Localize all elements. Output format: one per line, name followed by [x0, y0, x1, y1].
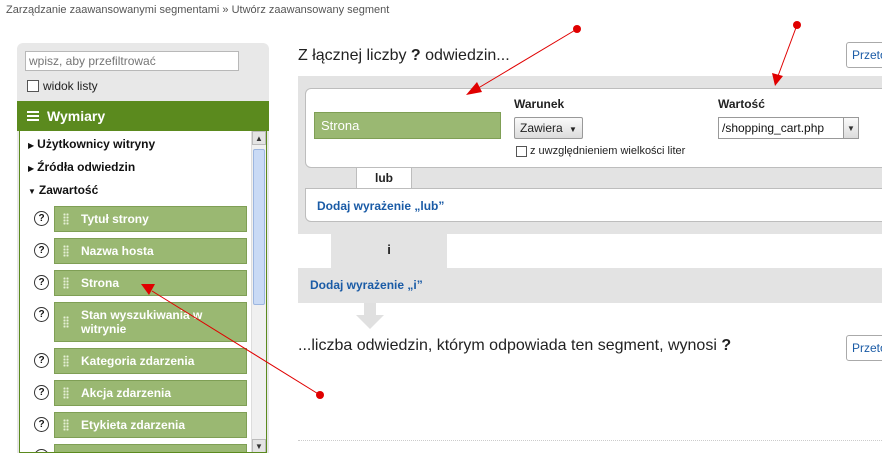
question-circle-icon[interactable]: ? — [34, 353, 49, 368]
category-label: Użytkownicy witryny — [37, 137, 156, 151]
question-circle-icon[interactable]: ? — [34, 417, 49, 432]
dimension-pill-partial[interactable] — [54, 444, 247, 452]
result-heading-text: ...liczba odwiedzin, którym odpowiada te… — [298, 337, 722, 354]
question-circle-icon[interactable]: ? — [34, 307, 49, 322]
value-label: Wartość — [718, 97, 765, 111]
drag-grip-icon — [63, 387, 69, 399]
chevron-down-icon: ▼ — [569, 125, 577, 134]
question-circle-icon[interactable]: ? — [34, 449, 49, 452]
annotation-line — [777, 24, 798, 77]
dimension-item: ? Kategoria zdarzenia — [34, 348, 247, 374]
condition-dimension-field[interactable]: Strona — [314, 112, 501, 139]
and-expression-bar: Dodaj wyrażenie „i” — [298, 268, 882, 303]
drag-grip-icon — [63, 316, 69, 328]
or-tab: lub — [356, 168, 412, 188]
annotation-dot — [316, 391, 324, 399]
dimension-pill-hostname[interactable]: Nazwa hosta — [54, 238, 247, 264]
category-content[interactable]: ▼ Zawartość — [28, 183, 98, 197]
test-segment-button[interactable]: Przeto — [846, 42, 882, 68]
dimension-item: ? — [34, 444, 247, 452]
condition-select-value: Zawiera — [520, 121, 563, 135]
dimensions-sidebar: widok listy Wymiary ▶Użytkownicy witryny… — [17, 43, 269, 453]
add-or-expression-link[interactable]: Dodaj wyrażenie „lub” — [317, 199, 444, 213]
add-and-expression-link[interactable]: Dodaj wyrażenie „i” — [310, 278, 423, 292]
question-circle-icon[interactable]: ? — [34, 243, 49, 258]
dimension-pill-label: Kategoria zdarzenia — [81, 354, 195, 368]
list-icon — [27, 111, 39, 121]
case-sensitive-label: z uwzględnieniem wielkości liter — [530, 145, 686, 157]
question-circle-icon[interactable]: ? — [34, 211, 49, 226]
and-tab: i — [331, 234, 447, 268]
question-circle-icon[interactable]: ? — [34, 385, 49, 400]
dimension-item: ? Akcja zdarzenia — [34, 380, 247, 406]
scrollbar-thumb[interactable] — [253, 149, 265, 305]
dimension-item: ? Tytuł strony — [34, 206, 247, 232]
dimensions-header-label: Wymiary — [47, 108, 106, 124]
drag-grip-icon — [63, 355, 69, 367]
dimensions-header[interactable]: Wymiary — [17, 101, 269, 131]
dimension-pill-label: Akcja zdarzenia — [81, 386, 172, 400]
dimension-pill-label: Etykieta zdarzenia — [81, 418, 186, 432]
dimension-pill-page[interactable]: Strona — [54, 270, 247, 296]
drag-grip-icon — [63, 245, 69, 257]
condition-label: Warunek — [514, 97, 565, 111]
scroll-up-icon[interactable]: ▲ — [252, 131, 266, 145]
list-view-label: widok listy — [43, 79, 98, 93]
dimension-pill-site-search-status[interactable]: Stan wyszukiwania w witrynie — [54, 302, 247, 342]
question-circle-icon[interactable]: ? — [34, 275, 49, 290]
category-label: Zawartość — [38, 183, 99, 197]
page: Zarządzanie zaawansowanymi segmentami » … — [0, 0, 882, 453]
drag-grip-icon — [63, 213, 69, 225]
dimension-pill-page-title[interactable]: Tytuł strony — [54, 206, 247, 232]
dimension-item: ? Nazwa hosta — [34, 238, 247, 264]
result-heading: ...liczba odwiedzin, którym odpowiada te… — [298, 337, 731, 355]
help-question-mark[interactable]: ? — [411, 47, 421, 64]
condition-box: Strona Warunek Zawiera ▼ z uwzględnienie… — [305, 88, 882, 168]
category-site-users[interactable]: ▶ Użytkownicy witryny — [28, 137, 155, 151]
dimension-pill-label: Tytuł strony — [81, 212, 149, 226]
drag-grip-icon — [63, 419, 69, 431]
segment-heading: Z łącznej liczby ? odwiedzin... — [298, 47, 510, 65]
breadcrumb: Zarządzanie zaawansowanymi segmentami » … — [6, 4, 390, 16]
list-view-checkbox[interactable] — [27, 80, 39, 92]
annotation-dot — [573, 25, 581, 33]
dimension-pill-label: Nazwa hosta — [81, 244, 154, 258]
segment-heading-suffix: odwiedzin... — [420, 47, 510, 64]
and-expression-block: Strona Warunek Zawiera ▼ z uwzględnienie… — [298, 76, 882, 234]
dimension-list: ▶ Użytkownicy witryny ▶ Źródła odwiedzin ▼… — [19, 131, 267, 453]
scroll-down-icon[interactable]: ▼ — [252, 439, 266, 452]
dimension-pill-event-category[interactable]: Kategoria zdarzenia — [54, 348, 247, 374]
down-arrow-icon — [356, 303, 384, 329]
value-input[interactable]: /shopping_cart.php — [718, 117, 844, 139]
category-traffic-sources[interactable]: ▶ Źródła odwiedzin — [28, 160, 135, 174]
annotation-dot — [793, 21, 801, 29]
case-sensitive-option[interactable]: z uwzględnieniem wielkości liter — [516, 145, 685, 157]
case-sensitive-checkbox[interactable] — [516, 145, 527, 157]
dimension-pill-event-label[interactable]: Etykieta zdarzenia — [54, 412, 247, 438]
segment-heading-prefix: Z łącznej liczby — [298, 47, 411, 64]
dimension-item: ? Strona — [34, 270, 247, 296]
list-view-toggle[interactable]: widok listy — [27, 79, 98, 93]
category-label: Źródła odwiedzin — [37, 160, 136, 174]
test-result-button[interactable]: Przeto — [846, 335, 882, 361]
chevron-down-icon[interactable]: ▼ — [843, 117, 859, 139]
condition-select[interactable]: Zawiera ▼ — [514, 117, 583, 139]
dimension-pill-label: Strona — [81, 276, 120, 290]
dimension-item: ? Stan wyszukiwania w witrynie — [34, 302, 247, 342]
result-help-question-mark[interactable]: ? — [721, 337, 731, 354]
filter-input[interactable] — [25, 51, 239, 71]
or-expression-box: Dodaj wyrażenie „lub” — [305, 188, 882, 222]
dimension-item: ? Etykieta zdarzenia — [34, 412, 247, 438]
drag-grip-icon — [63, 277, 69, 289]
caret-down-icon: ▼ — [28, 187, 36, 196]
dimension-pill-label: Stan wyszukiwania w witrynie — [81, 308, 203, 336]
caret-right-icon: ▶ — [28, 141, 35, 150]
dimension-pill-event-action[interactable]: Akcja zdarzenia — [54, 380, 247, 406]
divider — [298, 440, 882, 441]
list-scrollbar[interactable]: ▲ ▼ — [251, 131, 266, 452]
caret-right-icon: ▶ — [28, 164, 35, 173]
